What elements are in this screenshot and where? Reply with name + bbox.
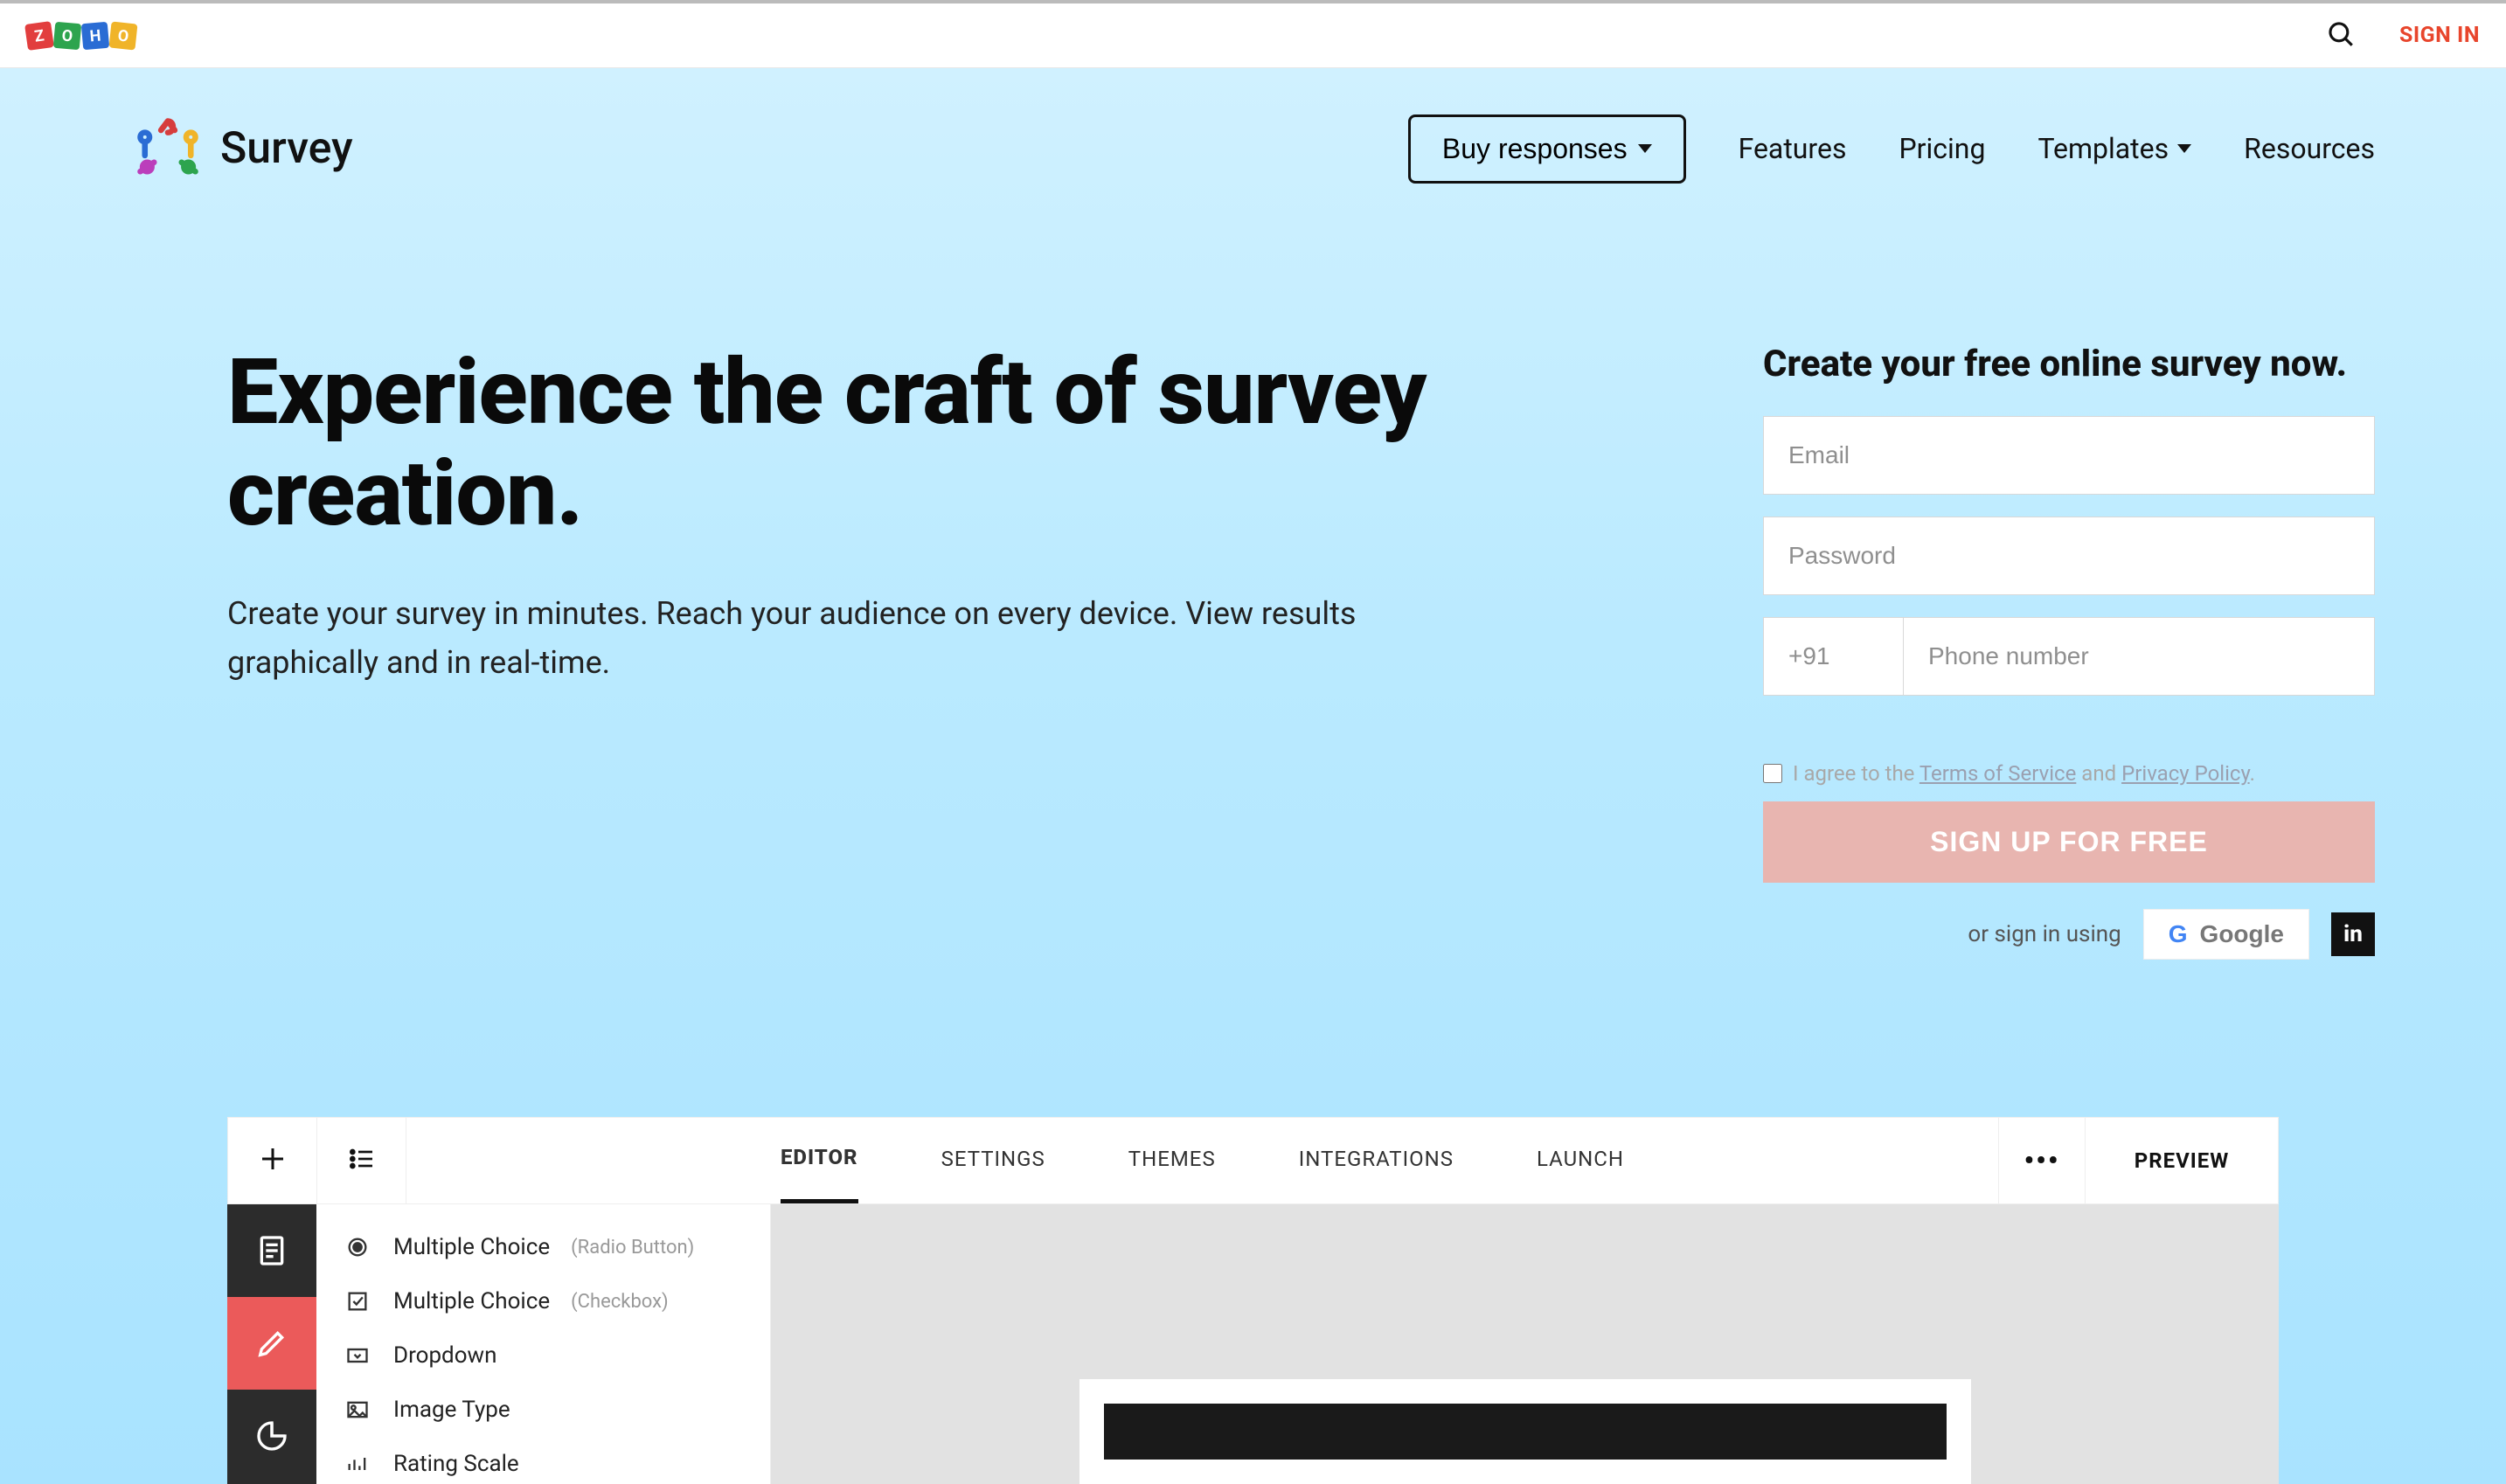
q-image-type[interactable]: Image Type xyxy=(316,1383,770,1437)
nav-right: Buy responses Features Pricing Templates… xyxy=(1408,114,2375,184)
tab-settings[interactable]: SETTINGS xyxy=(941,1118,1045,1203)
editor-tabs: EDITOR SETTINGS THEMES INTEGRATIONS LAUN… xyxy=(406,1118,1998,1203)
more-button[interactable]: ••• xyxy=(1998,1118,2086,1203)
q-dropdown[interactable]: Dropdown xyxy=(316,1328,770,1383)
tab-integrations[interactable]: INTEGRATIONS xyxy=(1299,1118,1454,1203)
email-field[interactable] xyxy=(1763,416,2375,495)
rail-pages-button[interactable] xyxy=(227,1204,316,1297)
survey-card xyxy=(1079,1379,1971,1484)
alt-signin-label: or sign in using xyxy=(1968,921,2121,947)
hero-left: Experience the craft of survey creation.… xyxy=(227,343,1658,688)
q-multiple-choice-checkbox[interactable]: Multiple Choice (Checkbox) xyxy=(316,1274,770,1328)
tab-launch[interactable]: LAUNCH xyxy=(1537,1118,1624,1203)
caret-down-icon xyxy=(2177,144,2191,153)
agree-text: I agree to the Terms of Service and Priv… xyxy=(1793,761,2255,786)
google-signin-button[interactable]: G Google xyxy=(2143,909,2309,960)
zoho-logo-o1: O xyxy=(53,21,82,50)
phone-row xyxy=(1763,617,2375,718)
country-code-field[interactable] xyxy=(1763,617,1903,696)
password-field[interactable] xyxy=(1763,517,2375,595)
left-rail xyxy=(227,1204,316,1484)
hero-title: Experience the craft of survey creation. xyxy=(227,343,1658,546)
editor-body: Multiple Choice (Radio Button) Multiple … xyxy=(227,1204,2279,1484)
hero-header: Survey Buy responses Features Pricing Te… xyxy=(0,68,2506,185)
signup-form: Create your free online survey now. I ag… xyxy=(1763,343,2375,960)
list-icon xyxy=(348,1145,376,1176)
survey-brand[interactable]: Survey xyxy=(131,112,353,185)
preview-button[interactable]: PREVIEW xyxy=(2086,1148,2278,1173)
nav-resources[interactable]: Resources xyxy=(2244,132,2375,165)
privacy-link[interactable]: Privacy Policy xyxy=(2121,761,2250,786)
nav-templates-label: Templates xyxy=(2037,132,2169,165)
zoho-logo[interactable]: Z O H O xyxy=(26,23,136,49)
signup-title: Create your free online survey now. xyxy=(1763,343,2375,385)
survey-card-header xyxy=(1104,1404,1947,1460)
buy-responses-label: Buy responses xyxy=(1442,133,1628,165)
page-icon xyxy=(254,1233,289,1268)
tab-themes[interactable]: THEMES xyxy=(1128,1118,1216,1203)
sign-in-link[interactable]: SIGN IN xyxy=(2399,23,2480,48)
question-type-panel: Multiple Choice (Radio Button) Multiple … xyxy=(316,1204,771,1484)
editor-preview: EDITOR SETTINGS THEMES INTEGRATIONS LAUN… xyxy=(227,1117,2279,1484)
dropdown-icon xyxy=(343,1343,372,1368)
tab-editor[interactable]: EDITOR xyxy=(781,1118,858,1203)
hero-subtitle: Create your survey in minutes. Reach you… xyxy=(227,590,1364,688)
google-g-icon: G xyxy=(2169,920,2188,948)
zoho-logo-z: Z xyxy=(24,21,54,51)
zoho-topbar: Z O H O SIGN IN xyxy=(0,0,2506,68)
signup-button[interactable]: SIGN UP FOR FREE xyxy=(1763,801,2375,883)
rail-reports-button[interactable] xyxy=(227,1390,316,1482)
agree-checkbox[interactable] xyxy=(1763,764,1782,783)
checkbox-icon xyxy=(343,1289,372,1314)
survey-logo-icon xyxy=(131,112,205,185)
rail-edit-button[interactable] xyxy=(227,1297,316,1390)
zoho-logo-o2: O xyxy=(109,21,138,50)
pencil-icon xyxy=(254,1326,289,1361)
image-icon xyxy=(343,1397,372,1422)
radio-icon xyxy=(343,1235,372,1259)
editor-toolbar: EDITOR SETTINGS THEMES INTEGRATIONS LAUN… xyxy=(227,1117,2279,1204)
zoho-logo-h: H xyxy=(81,21,110,50)
nav-features[interactable]: Features xyxy=(1739,132,1847,165)
survey-brand-text: Survey xyxy=(220,123,353,174)
phone-field[interactable] xyxy=(1903,617,2375,696)
add-question-button[interactable] xyxy=(228,1118,317,1203)
search-icon[interactable] xyxy=(2326,19,2356,52)
question-list-button[interactable] xyxy=(317,1118,406,1203)
plus-icon xyxy=(257,1143,288,1178)
tos-link[interactable]: Terms of Service xyxy=(1919,761,2076,786)
topbar-right: SIGN IN xyxy=(2326,19,2480,52)
agree-row: I agree to the Terms of Service and Priv… xyxy=(1763,761,2375,786)
q-multiple-choice-radio[interactable]: Multiple Choice (Radio Button) xyxy=(316,1220,770,1274)
pie-chart-icon xyxy=(254,1418,289,1453)
google-label: Google xyxy=(2200,920,2284,948)
caret-down-icon xyxy=(1638,144,1652,153)
buy-responses-button[interactable]: Buy responses xyxy=(1408,114,1686,184)
hero-body: Experience the craft of survey creation.… xyxy=(0,185,2506,1117)
hero-section: Survey Buy responses Features Pricing Te… xyxy=(0,68,2506,1484)
nav-templates[interactable]: Templates xyxy=(2037,132,2191,165)
alt-signin-row: or sign in using G Google in xyxy=(1763,909,2375,960)
survey-canvas[interactable] xyxy=(771,1204,2279,1484)
q-rating-scale[interactable]: Rating Scale xyxy=(316,1437,770,1484)
nav-pricing[interactable]: Pricing xyxy=(1899,132,1985,165)
linkedin-signin-button[interactable]: in xyxy=(2331,912,2375,956)
rating-scale-icon xyxy=(343,1452,372,1476)
